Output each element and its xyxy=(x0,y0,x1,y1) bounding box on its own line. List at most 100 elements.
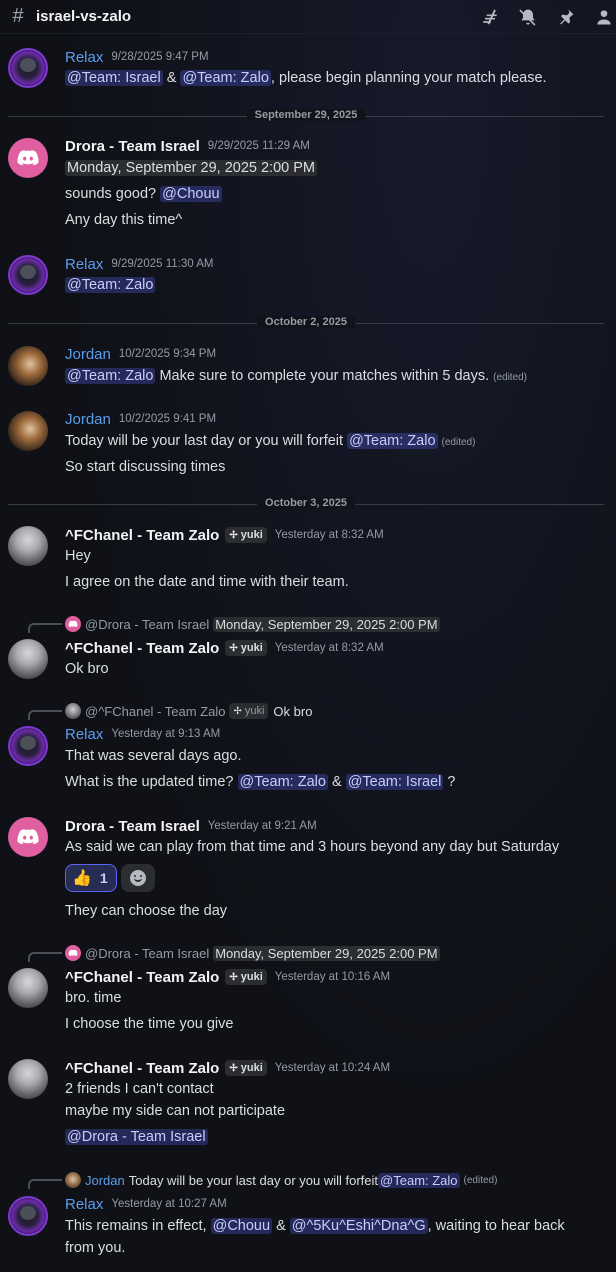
guild-tag[interactable]: ✢ yuki xyxy=(225,640,267,656)
reply-avatar xyxy=(65,703,81,719)
message-timestamp: Yesterday at 8:32 AM xyxy=(274,529,384,541)
reply-avatar xyxy=(65,1172,81,1188)
date-divider: October 2, 2025 xyxy=(8,316,604,328)
reaction-thumbs-up[interactable]: 👍 1 xyxy=(65,864,117,892)
reply-author[interactable]: @^FChanel - Team Zalo xyxy=(85,704,225,719)
channel-title: israel-vs-zalo xyxy=(36,8,132,25)
timestamp-chip[interactable]: Monday, September 29, 2025 2:00 PM xyxy=(65,160,317,176)
message-text: , please begin planning your match pleas… xyxy=(270,70,547,86)
avatar[interactable] xyxy=(8,526,48,566)
message-timestamp: Yesterday at 8:32 AM xyxy=(274,642,384,654)
message-author[interactable]: Relax xyxy=(65,726,103,743)
avatar[interactable] xyxy=(8,817,48,857)
message-author[interactable]: Jordan xyxy=(65,411,111,428)
role-mention[interactable]: @Team: Zalo xyxy=(65,368,156,384)
message-timestamp: Yesterday at 10:27 AM xyxy=(111,1198,227,1210)
reply-avatar xyxy=(65,616,81,632)
reply-author[interactable]: @Drora - Team Israel xyxy=(85,946,209,961)
reply-author[interactable]: Jordan xyxy=(85,1173,125,1188)
add-reaction-button[interactable] xyxy=(120,864,155,892)
message-text: What is the updated time? xyxy=(65,774,238,790)
header-toolbar xyxy=(464,0,616,34)
guild-tag-icon: ✢ xyxy=(229,1062,238,1074)
message-text: ? xyxy=(443,774,456,790)
smile-icon xyxy=(129,870,146,886)
message-text: sounds good? xyxy=(65,186,161,202)
message-text: That was several days ago. xyxy=(65,748,242,764)
avatar[interactable] xyxy=(8,1196,48,1236)
channel-header: # israel-vs-zalo xyxy=(0,0,616,34)
message-text: Hey xyxy=(65,548,91,564)
message-author[interactable]: Relax xyxy=(65,49,103,66)
reply-preview[interactable]: @^FChanel - Team Zalo ✢ yuki Ok bro xyxy=(0,702,616,720)
avatar[interactable] xyxy=(8,255,48,295)
guild-tag-icon: ✢ xyxy=(229,529,238,541)
discord-logo-icon xyxy=(17,829,39,845)
user-mention[interactable]: @Drora - Team Israel xyxy=(65,1129,208,1145)
message-author[interactable]: ^FChanel - Team Zalo xyxy=(65,527,219,544)
notification-muted-icon[interactable] xyxy=(516,5,540,29)
guild-tag[interactable]: ✢ yuki xyxy=(225,969,267,985)
message-text: Any day this time^ xyxy=(65,212,183,228)
message-author[interactable]: Jordan xyxy=(65,346,111,363)
date-divider: September 29, 2025 xyxy=(8,109,604,121)
role-mention[interactable]: @Team: Zalo xyxy=(65,277,156,293)
user-mention[interactable]: @Chouu xyxy=(210,1218,273,1234)
message-author[interactable]: Relax xyxy=(65,256,103,273)
message-text: & xyxy=(162,70,181,86)
message-text: bro. time xyxy=(65,990,122,1006)
avatar[interactable] xyxy=(8,639,48,679)
edited-label: (edited) xyxy=(493,372,528,383)
message-text: maybe my side can not participate xyxy=(65,1103,286,1119)
guild-tag[interactable]: ✢ yuki xyxy=(225,527,267,543)
avatar[interactable] xyxy=(8,726,48,766)
message-timestamp: Yesterday at 10:24 AM xyxy=(274,1062,391,1074)
threads-icon[interactable] xyxy=(478,5,502,29)
message-author[interactable]: ^FChanel - Team Zalo xyxy=(65,640,219,657)
message-timestamp: 9/28/2025 9:47 PM xyxy=(111,51,209,63)
reaction-bar: 👍 1 xyxy=(65,864,155,892)
reply-avatar xyxy=(65,945,81,961)
pin-icon[interactable] xyxy=(554,5,578,29)
message-text: I agree on the date and time with their … xyxy=(65,574,349,590)
message-text: from you. xyxy=(65,1240,126,1256)
guild-tag-icon: ✢ xyxy=(229,971,238,983)
reaction-count: 1 xyxy=(99,870,108,886)
member-list-icon[interactable] xyxy=(592,5,616,29)
avatar[interactable] xyxy=(8,968,48,1008)
reply-text: Today will be your last day or you will … xyxy=(128,1172,379,1188)
avatar[interactable] xyxy=(8,411,48,451)
message-text: As said we can play from that time and 3… xyxy=(65,839,560,855)
message-author[interactable]: Relax xyxy=(65,1196,103,1213)
avatar[interactable] xyxy=(8,346,48,386)
message-text: & xyxy=(327,774,346,790)
role-mention[interactable]: @Team: Zalo xyxy=(180,70,271,86)
edited-label: (edited) xyxy=(463,1174,498,1186)
avatar[interactable] xyxy=(8,1059,48,1099)
reply-spine xyxy=(28,1179,62,1189)
message-author[interactable]: Drora - Team Israel xyxy=(65,138,200,155)
reply-preview[interactable]: @Drora - Team Israel Monday, September 2… xyxy=(0,944,616,962)
role-mention[interactable]: @Team: Zalo xyxy=(237,774,328,790)
message-text: Make sure to complete your matches withi… xyxy=(155,368,490,384)
message-author[interactable]: ^FChanel - Team Zalo xyxy=(65,969,219,986)
user-mention[interactable]: @^5Ku^Eshi^Dna^G xyxy=(289,1218,428,1234)
message-timestamp: Yesterday at 9:13 AM xyxy=(111,728,221,740)
role-mention[interactable]: @Team: Israel xyxy=(345,774,444,790)
thread-channel-icon: # xyxy=(12,5,24,27)
avatar[interactable] xyxy=(8,138,48,178)
reply-preview[interactable]: Jordan Today will be your last day or yo… xyxy=(0,1171,616,1189)
reply-preview[interactable]: @Drora - Team Israel Monday, September 2… xyxy=(0,615,616,633)
guild-tag[interactable]: ✢ yuki xyxy=(225,1060,267,1076)
role-mention[interactable]: @Team: Israel xyxy=(65,70,163,86)
message-text: So start discussing times xyxy=(65,459,226,475)
message-author[interactable]: Drora - Team Israel xyxy=(65,818,200,835)
reply-spine xyxy=(28,623,62,633)
avatar[interactable] xyxy=(8,48,48,88)
message-text: & xyxy=(272,1218,290,1234)
reply-author[interactable]: @Drora - Team Israel xyxy=(85,617,209,632)
message-author[interactable]: ^FChanel - Team Zalo xyxy=(65,1060,219,1077)
role-mention[interactable]: @Team: Zalo xyxy=(347,433,438,449)
edited-label: (edited) xyxy=(441,437,476,448)
user-mention[interactable]: @Chouu xyxy=(160,186,222,202)
